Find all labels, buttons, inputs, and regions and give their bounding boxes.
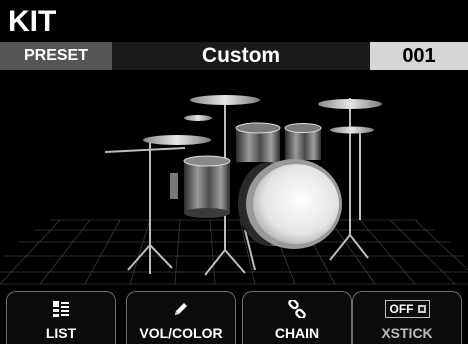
bottom-button-bar: LIST VOL/COLOR CHAIN OFF XSTICK bbox=[0, 286, 468, 344]
rack-tom-2 bbox=[284, 123, 322, 160]
title-bar: KIT bbox=[0, 0, 468, 42]
screen-title: KIT bbox=[8, 5, 57, 38]
hihat-cymbal bbox=[143, 135, 211, 145]
floor-grid bbox=[0, 219, 468, 285]
splash-cymbal bbox=[330, 126, 374, 134]
chain-link-icon bbox=[288, 300, 306, 318]
list-label: LIST bbox=[45, 325, 77, 341]
chain-button[interactable]: CHAIN bbox=[242, 291, 352, 344]
list-icon bbox=[53, 301, 69, 317]
drum-kit-illustration bbox=[0, 95, 468, 285]
crash-cymbal bbox=[190, 95, 260, 105]
snare-drum bbox=[170, 173, 178, 199]
off-toggle-icon: OFF bbox=[384, 300, 430, 318]
preset-number[interactable]: 001 bbox=[370, 42, 468, 70]
pencil-icon bbox=[175, 303, 187, 315]
xstick-button[interactable]: OFF XSTICK bbox=[352, 291, 462, 344]
preset-name[interactable]: Custom bbox=[112, 42, 370, 70]
preset-label: PRESET bbox=[0, 42, 112, 70]
xstick-toggle-text: OFF bbox=[389, 302, 414, 316]
vol-color-label: VOL/COLOR bbox=[139, 325, 223, 341]
vol-color-button[interactable]: VOL/COLOR bbox=[126, 291, 236, 344]
rack-tom-1 bbox=[235, 122, 281, 162]
preset-row: PRESET Custom 001 bbox=[0, 42, 468, 70]
chain-label: CHAIN bbox=[274, 325, 320, 341]
small-cymbal bbox=[184, 115, 212, 121]
ride-cymbal bbox=[318, 99, 382, 109]
drum-kit-display bbox=[0, 70, 468, 286]
floor-tom bbox=[183, 155, 231, 218]
xstick-label: XSTICK bbox=[381, 325, 433, 341]
list-button[interactable]: LIST bbox=[6, 291, 116, 344]
bass-drum bbox=[238, 159, 342, 249]
kit-screen: KIT PRESET Custom 001 LIST VOL/COLOR CHA… bbox=[0, 0, 468, 344]
